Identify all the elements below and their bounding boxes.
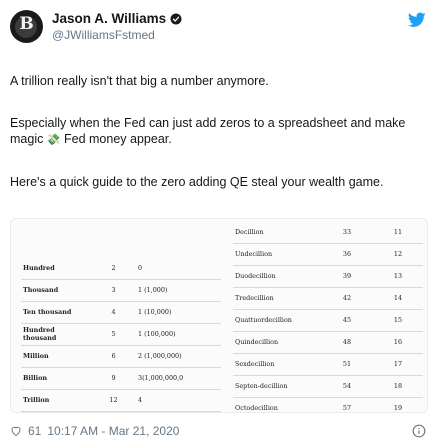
heart-icon[interactable] [10, 425, 22, 437]
avatar[interactable]: B [10, 10, 43, 43]
avatar-letter: B [19, 14, 34, 34]
table-row: Quindecillion 48 16 [233, 331, 423, 354]
table-cell: Sexdecillion [233, 353, 321, 376]
table-row: Hundred thousand 5 1 (100,000) [21, 323, 221, 346]
table-cell: 33 [321, 221, 373, 244]
table-cell: 2 (1,000,000) [136, 345, 221, 368]
table-row: Decillion 33 11 [233, 221, 423, 244]
table-row: Octodecillion 57 19 [233, 397, 423, 412]
tweet-text-line1: A trillion really isn't that big a numbe… [10, 74, 269, 88]
table-cell: 12 [91, 389, 136, 412]
table-cell: 39 [321, 265, 373, 288]
table-cell [91, 411, 136, 412]
tweet-text-line3: Here's a quick guide to the zero adding … [10, 175, 384, 189]
table-row: Ten thousand 4 1 (10,000) [21, 301, 221, 324]
tweet-text-line2-end: Fed money appear. [60, 132, 172, 146]
table-cell: Duodecillion [233, 265, 321, 288]
table-cell: Quattuordecillion [233, 309, 321, 332]
table-cell: 48 [321, 331, 373, 354]
table-cell: 13 [373, 265, 423, 288]
table-cell: 1 (100,000) [136, 323, 221, 346]
zeros-table-left: Hundred 2 0 Thousand 3 1 (1,000) Ten thousand 4… [21, 257, 221, 412]
table-cell: Decillion [233, 221, 321, 244]
table-cell: 57 [321, 397, 373, 412]
table-cell: Ten thousand [21, 301, 91, 324]
zeros-table-right: Decillion 33 11 Undecillion 36 12 Duodecillion… [233, 221, 423, 412]
table-cell: 4 [136, 389, 221, 412]
tweet-text-paragraph2: Especially when the Fed can just add zer… [10, 115, 430, 148]
table-cell: (1,000,000,0( [136, 411, 221, 412]
table-row: Tredecillion 42 14 [233, 287, 423, 310]
table-row: Septen-decillion 54 18 [233, 375, 423, 398]
table-row: Trillion 12 4 [21, 389, 221, 412]
table-cell: 14 [373, 287, 423, 310]
table-cell: Thousand [21, 279, 91, 302]
table-cell: 51 [321, 353, 373, 376]
tweet-image[interactable]: Hundred 2 0 Thousand 3 1 (1,000) Ten thousand 4… [10, 218, 428, 413]
table-cell: 1 (10,000) [136, 301, 221, 324]
like-count[interactable]: 61 [28, 424, 41, 438]
table-cell: Tredecillion [233, 287, 321, 310]
table-row: Billion 9 3(1,000,000,0 [21, 367, 221, 390]
table-cell: Trillion [21, 389, 91, 412]
table-cell: Hundred thousand [21, 323, 91, 346]
table-cell: Billion [21, 367, 91, 390]
table-cell: 11 [373, 221, 423, 244]
table-cell: 17 [373, 353, 423, 376]
table-cell: 1 (1,000) [136, 279, 221, 302]
table-cell: Hundred [21, 257, 91, 280]
table-cell: 45 [321, 309, 373, 332]
table-cell: Septen-decillion [233, 375, 321, 398]
table-row: Undecillion 36 12 [233, 243, 423, 266]
author-row: Jason A. Williams [52, 11, 182, 26]
table-cell: 54 [321, 375, 373, 398]
table-row: Quattuordecillion 45 15 [233, 309, 423, 332]
table-cell: Undecillion [233, 243, 321, 266]
table-row: Duodecillion 39 13 [233, 265, 423, 288]
table-row: Million 6 2 (1,000,000) [21, 345, 221, 368]
table-cell: 6 [91, 345, 136, 368]
table-cell: 9 [91, 367, 136, 390]
table-cell: 19 [373, 397, 423, 412]
table-cell: 0 [136, 257, 221, 280]
tweet-footer: 61 10:17 AM - Mar 21, 2020 [10, 424, 179, 438]
author-name[interactable]: Jason A. Williams [52, 11, 166, 26]
table-cell: 42 [321, 287, 373, 310]
verified-badge-icon [170, 13, 182, 24]
table-cell: 5 [91, 323, 136, 346]
table-cell: 15 [373, 309, 423, 332]
money-wings-emoji: 💸 [46, 134, 61, 146]
table-cell: Million [21, 345, 91, 368]
table-row: Hundred 2 0 [21, 257, 221, 280]
table-row: (1,000,000,0( [21, 411, 221, 412]
table-row: Sexdecillion 51 17 [233, 353, 423, 376]
info-icon[interactable] [412, 424, 426, 438]
table-cell: 12 [373, 243, 423, 266]
table-cell: Octodecillion [233, 397, 321, 412]
table-row: Thousand 3 1 (1,000) [21, 279, 221, 302]
table-cell: Quindecillion [233, 331, 321, 354]
twitter-bird-icon[interactable] [408, 12, 426, 28]
table-cell: 3 [91, 279, 136, 302]
table-cell: 36 [321, 243, 373, 266]
table-cell [21, 411, 91, 412]
table-cell: 2 [91, 257, 136, 280]
tweet-timestamp[interactable]: 10:17 AM - Mar 21, 2020 [47, 424, 179, 438]
table-cell: 4 [91, 301, 136, 324]
author-handle[interactable]: @JWilliamsFstmed [52, 28, 155, 42]
table-cell: 18 [373, 375, 423, 398]
table-cell: 16 [373, 331, 423, 354]
table-cell: 3(1,000,000,0 [136, 367, 221, 390]
